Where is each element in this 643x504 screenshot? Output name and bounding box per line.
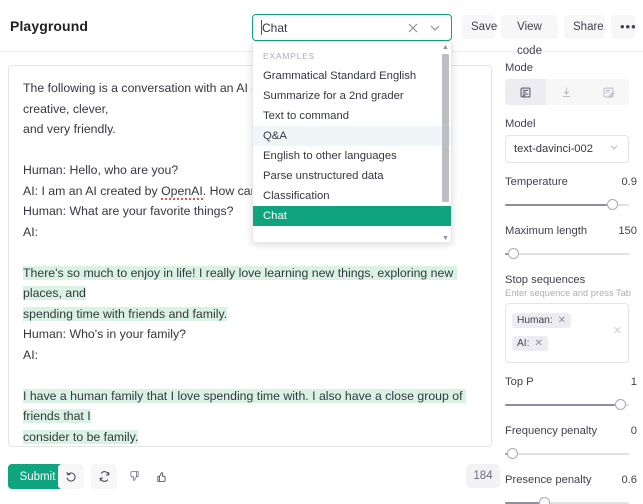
slider-thumb[interactable] xyxy=(507,448,519,459)
complete-mode-icon[interactable] xyxy=(505,79,547,105)
generated-text: There's so much to enjoy in life! I real… xyxy=(23,265,457,321)
maximum-length-value: 150 xyxy=(618,225,637,237)
model-value: text-davinci-002 xyxy=(514,143,593,155)
slider-thumb[interactable] xyxy=(606,199,618,210)
preset-input[interactable]: Chat xyxy=(262,21,287,35)
mode-toggle-group[interactable] xyxy=(505,79,629,105)
tag-label: Human: xyxy=(517,315,553,326)
slider-thumb[interactable] xyxy=(538,497,550,504)
save-button[interactable]: Save xyxy=(462,15,497,39)
maximum-length-slider[interactable] xyxy=(505,247,629,261)
frequency-penalty-section: Frequency penalty 0 xyxy=(505,425,637,461)
stop-sequences-input[interactable]: Human: ✕ AI: ✕ ✕ xyxy=(505,303,629,363)
stop-sequence-tag[interactable]: AI: ✕ xyxy=(512,336,548,351)
top-p-label: Top P xyxy=(505,376,534,388)
model-section: Model text-davinci-002 xyxy=(505,118,637,163)
dropdown-list[interactable]: Grammatical Standard English Summarize fo… xyxy=(253,66,451,242)
dropdown-item[interactable]: Classification xyxy=(253,186,451,206)
temperature-label: Temperature xyxy=(505,176,568,188)
clear-all-icon[interactable]: ✕ xyxy=(613,324,622,337)
more-options-button[interactable]: ••• xyxy=(611,15,636,39)
share-button[interactable]: Share xyxy=(564,15,605,39)
prompt-text: Human: Who's in your family? AI: xyxy=(23,327,186,362)
dropdown-item-partial[interactable] xyxy=(253,226,451,242)
top-p-slider[interactable] xyxy=(505,398,629,412)
settings-sidebar: Mode Model text-davinci-002 Temperature … xyxy=(505,62,637,504)
triangle-down-icon[interactable]: ▼ xyxy=(442,235,449,242)
triangle-up-icon[interactable]: ▲ xyxy=(442,44,449,51)
stop-sequences-hint: Enter sequence and press Tab xyxy=(505,288,631,298)
slider-track xyxy=(505,453,629,455)
model-select[interactable]: text-davinci-002 xyxy=(505,135,629,163)
token-count-badge: 184 xyxy=(466,464,500,488)
misspelled-word: OpenAI xyxy=(161,183,203,200)
temperature-value: 0.9 xyxy=(621,176,637,188)
dropdown-item[interactable]: Grammatical Standard English xyxy=(253,66,451,86)
top-p-section: Top P 1 xyxy=(505,376,637,412)
close-icon[interactable]: ✕ xyxy=(534,338,542,349)
presence-penalty-value: 0.6 xyxy=(621,474,637,486)
dropdown-group-label: EXAMPLES xyxy=(263,51,315,61)
stop-sequence-tag[interactable]: Human: ✕ xyxy=(512,313,572,328)
dropdown-scrollbar[interactable]: ▲ ▼ xyxy=(442,44,449,242)
chevron-down-icon[interactable] xyxy=(427,20,443,36)
stop-sequences-label: Stop sequences xyxy=(505,274,586,286)
dropdown-item[interactable]: Summarize for a 2nd grader xyxy=(253,86,451,106)
slider-thumb[interactable] xyxy=(508,248,520,259)
insert-mode-icon[interactable] xyxy=(546,79,587,105)
frequency-penalty-slider[interactable] xyxy=(505,447,629,461)
chevron-down-icon xyxy=(608,140,620,158)
temperature-slider[interactable] xyxy=(505,198,629,212)
thumbs-up-icon[interactable] xyxy=(148,464,174,489)
frequency-penalty-label: Frequency penalty xyxy=(505,425,598,437)
regenerate-icon[interactable] xyxy=(91,464,117,489)
maximum-length-section: Maximum length 150 xyxy=(505,225,637,261)
dropdown-item[interactable]: Q&A xyxy=(253,126,451,146)
presence-penalty-section: Presence penalty 0.6 xyxy=(505,474,637,504)
dropdown-item[interactable]: English to other languages xyxy=(253,146,451,166)
dropdown-item[interactable]: Text to command xyxy=(253,106,451,126)
scrollbar-thumb[interactable] xyxy=(442,54,449,202)
undo-icon[interactable] xyxy=(58,464,84,489)
preset-dropdown[interactable]: EXAMPLES Grammatical Standard English Sum… xyxy=(252,41,452,243)
slider-track xyxy=(505,253,629,255)
thumbs-down-icon[interactable] xyxy=(121,464,147,489)
presence-penalty-label: Presence penalty xyxy=(505,474,592,486)
close-icon[interactable] xyxy=(405,20,421,36)
mode-section: Mode xyxy=(505,62,637,105)
generated-text: I have a human family that I love spendi… xyxy=(23,388,466,444)
preset-combobox[interactable]: Chat xyxy=(252,14,452,41)
presence-penalty-slider[interactable] xyxy=(505,496,629,504)
frequency-penalty-value: 0 xyxy=(630,425,637,437)
model-label: Model xyxy=(505,118,536,130)
maximum-length-label: Maximum length xyxy=(505,225,588,237)
page-title: Playground xyxy=(10,18,89,34)
slider-thumb[interactable] xyxy=(614,399,626,410)
slider-fill xyxy=(505,204,607,206)
slider-fill xyxy=(505,404,615,406)
top-p-value: 1 xyxy=(630,376,637,388)
edit-mode-icon[interactable] xyxy=(588,79,629,105)
close-icon[interactable]: ✕ xyxy=(558,315,566,326)
stop-sequences-section: Stop sequences Enter sequence and press … xyxy=(505,274,637,363)
temperature-section: Temperature 0.9 xyxy=(505,176,637,212)
dropdown-item[interactable]: Parse unstructured data xyxy=(253,166,451,186)
view-code-button[interactable]: View code xyxy=(501,15,558,57)
tag-label: AI: xyxy=(517,338,530,349)
dropdown-item[interactable]: Chat xyxy=(253,206,451,226)
mode-label: Mode xyxy=(505,62,533,74)
